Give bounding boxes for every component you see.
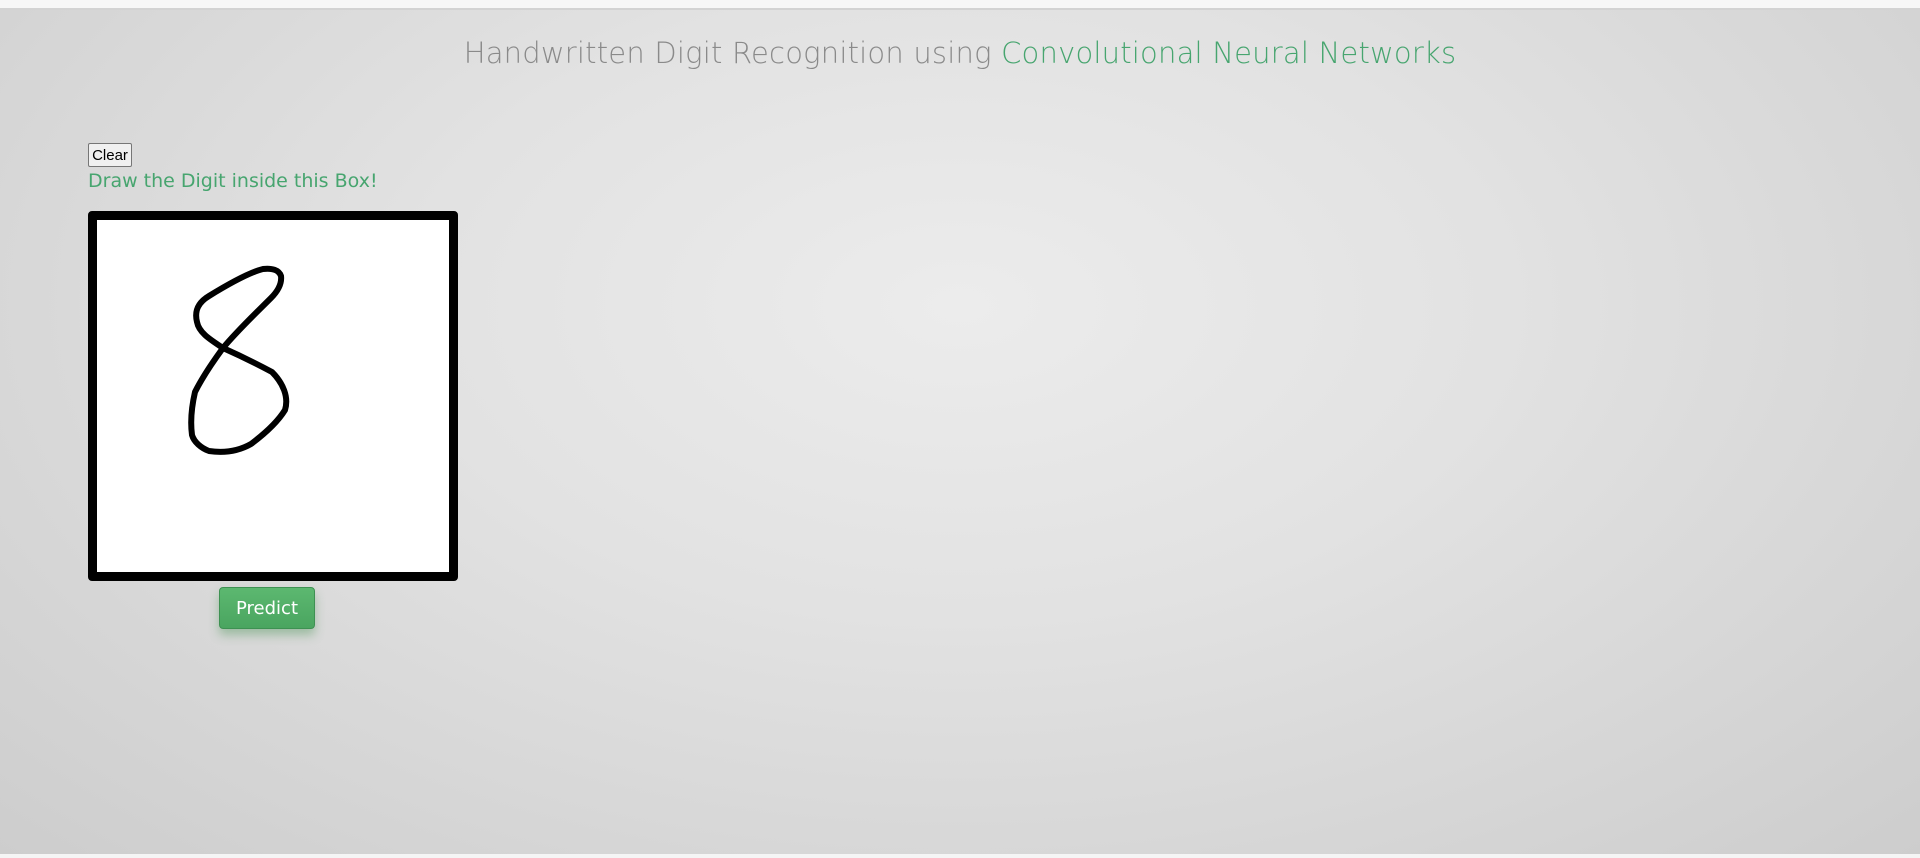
bottom-border <box>0 854 1920 858</box>
title-prefix: Handwritten Digit Recognition using <box>463 36 1002 70</box>
clear-button[interactable]: Clear <box>88 143 132 167</box>
page-title: Handwritten Digit Recognition using Conv… <box>0 36 1920 70</box>
predict-button[interactable]: Predict <box>219 587 315 629</box>
top-border <box>0 0 1920 10</box>
digit-path <box>188 265 290 455</box>
drawing-canvas[interactable] <box>88 211 458 581</box>
draw-instruction: Draw the Digit inside this Box! <box>88 170 378 192</box>
title-highlight: Convolutional Neural Networks <box>1001 36 1457 70</box>
digit-stroke <box>188 265 290 455</box>
